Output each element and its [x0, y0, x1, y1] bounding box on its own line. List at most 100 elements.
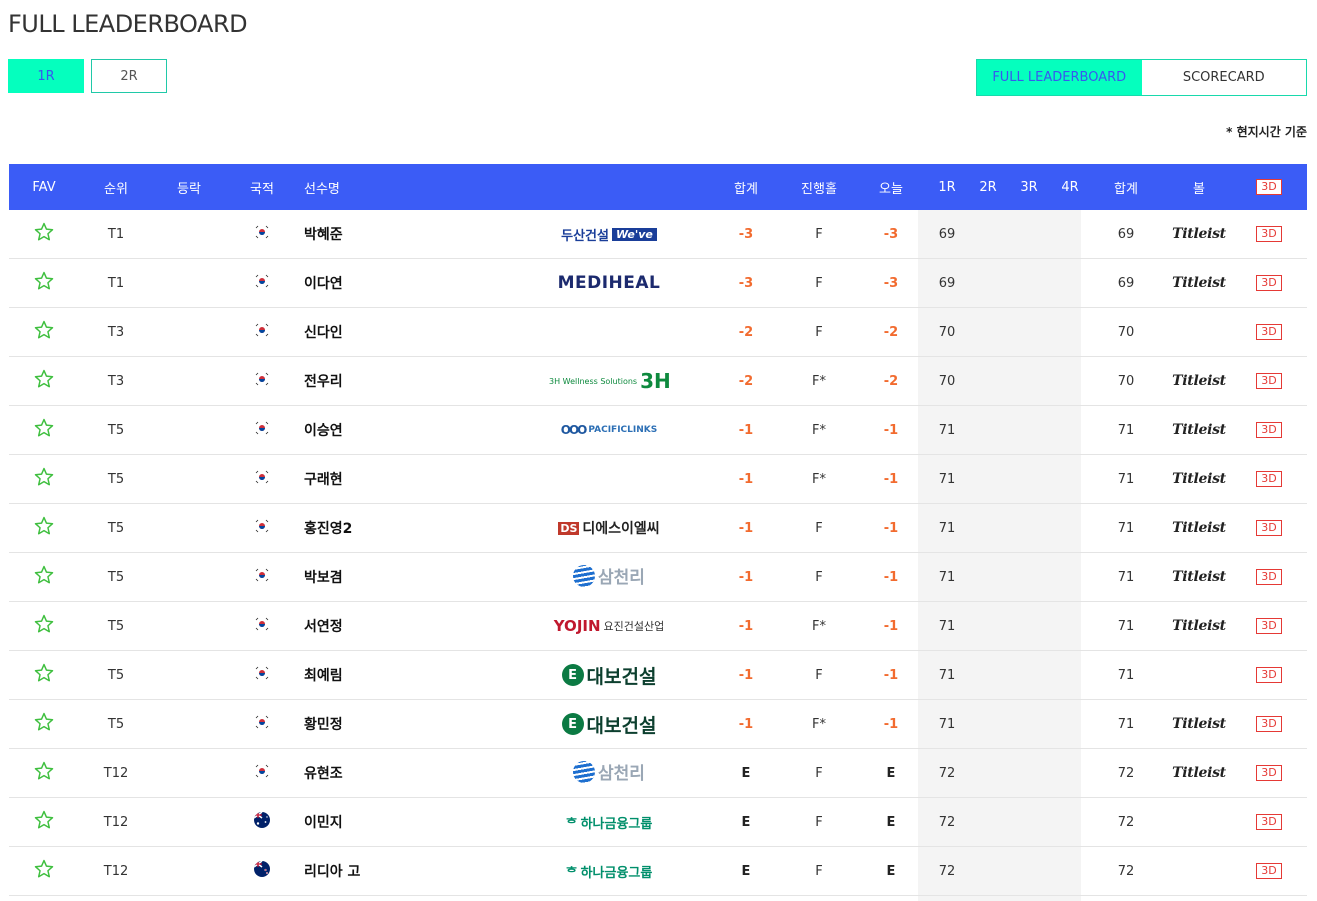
header-3d: 3D [1249, 179, 1289, 195]
star-icon[interactable] [33, 368, 55, 390]
sponsor-cell: 삼천리 [549, 563, 669, 591]
player-name[interactable]: 유현조 [304, 763, 343, 783]
star-icon[interactable] [33, 319, 55, 341]
3d-button[interactable]: 3D [1256, 226, 1282, 242]
titleist-logo: Titleist [1172, 618, 1226, 634]
nation-cell [227, 224, 297, 242]
round-tab-1r[interactable]: 1R [8, 59, 84, 93]
today-score: -1 [883, 422, 899, 438]
star-icon[interactable] [33, 466, 55, 488]
player-name[interactable]: 이다연 [304, 273, 343, 293]
round1-score: 71 [938, 520, 956, 536]
titleist-logo: Titleist [1172, 275, 1226, 291]
star-icon[interactable] [33, 564, 55, 586]
round-tab-2r[interactable]: 2R [91, 59, 167, 93]
hole-progress: F [815, 324, 823, 340]
sum-score: 72 [1117, 814, 1135, 830]
star-icon[interactable] [33, 809, 55, 831]
fav-cell [9, 466, 79, 492]
header-r3: 3R [1020, 179, 1038, 195]
header-today: 오늘 [879, 181, 903, 197]
player-name[interactable]: 구래현 [304, 469, 343, 489]
player-name[interactable]: 신다인 [304, 322, 343, 342]
round1-score: 70 [938, 324, 956, 340]
nation-cell [227, 763, 297, 781]
table-row: T5 홍진영2 DS 디에스이엘씨 -1 F -1 71 71 Titleist … [9, 504, 1307, 553]
star-icon[interactable] [33, 711, 55, 733]
star-icon[interactable] [33, 270, 55, 292]
rank-cell: T12 [103, 765, 129, 781]
table-header: FAV 순위 등락 국적 선수명 합계 진행홀 오늘 1R 2R 3R 4R 합… [9, 164, 1307, 210]
player-name[interactable]: 리디아 고 [304, 861, 360, 881]
titleist-logo: Titleist [1172, 226, 1226, 242]
tab-full-leaderboard[interactable]: FULL LEADERBOARD [977, 60, 1142, 95]
hole-progress: F* [812, 373, 826, 389]
view-tabs: FULL LEADERBOARD SCORECARD [976, 59, 1307, 96]
player-name[interactable]: 이승연 [304, 420, 343, 440]
titleist-logo: Titleist [1172, 765, 1226, 781]
star-icon[interactable] [33, 613, 55, 635]
star-icon[interactable] [33, 858, 55, 880]
rank-cell: T12 [103, 863, 129, 879]
sponsor-logo-hana: ᄒ 하나금융그룹 [565, 816, 653, 832]
sponsor-cell: 두산건설 We've [549, 225, 669, 244]
player-name[interactable]: 홍진영2 [304, 518, 352, 538]
3d-button[interactable]: 3D [1256, 324, 1282, 340]
nation-cell [227, 714, 297, 732]
today-score: -1 [883, 667, 899, 683]
sponsor-logo-pacificlinks: OOO PACIFICLINKS [560, 422, 658, 437]
flag-icon [254, 567, 270, 583]
ball-brand: Titleist [1159, 422, 1239, 438]
player-name[interactable]: 박보겸 [304, 567, 343, 587]
sponsor-cell: YOJIN 요진건설산업 [549, 617, 669, 635]
star-icon[interactable] [33, 515, 55, 537]
3d-button[interactable]: 3D [1256, 765, 1282, 781]
fav-cell [9, 368, 79, 394]
fav-cell [9, 221, 79, 247]
rank-cell: T5 [107, 520, 125, 536]
round1-score: 71 [938, 569, 956, 585]
fav-cell [9, 760, 79, 786]
table-row: T5 황민정 E 대보건설 -1 F* -1 71 71 Titleist 3D [9, 700, 1307, 749]
star-icon[interactable] [33, 417, 55, 439]
header-r4: 4R [1061, 179, 1079, 195]
3d-button[interactable]: 3D [1256, 422, 1282, 438]
3d-button[interactable]: 3D [1256, 520, 1282, 536]
fav-cell [9, 711, 79, 737]
rank-cell: T3 [107, 373, 125, 389]
3d-button[interactable]: 3D [1256, 863, 1282, 879]
3d-button[interactable]: 3D [1256, 471, 1282, 487]
sum-score: 70 [1117, 373, 1135, 389]
player-name[interactable]: 박혜준 [304, 224, 343, 244]
titleist-logo: Titleist [1172, 520, 1226, 536]
nation-cell [227, 420, 297, 438]
3d-cell: 3D [1249, 716, 1289, 732]
player-name[interactable]: 최예림 [304, 665, 343, 685]
3d-cell: 3D [1249, 373, 1289, 389]
today-score: -2 [883, 324, 899, 340]
3d-button[interactable]: 3D [1256, 716, 1282, 732]
3d-button[interactable]: 3D [1256, 667, 1282, 683]
tab-scorecard[interactable]: SCORECARD [1141, 60, 1306, 95]
sponsor-logo-daebo: E 대보건설 [561, 662, 656, 689]
flag-icon [254, 518, 270, 534]
3d-button[interactable]: 3D [1256, 618, 1282, 634]
player-name[interactable]: 이민지 [304, 812, 343, 832]
rank-cell: T5 [107, 667, 125, 683]
3d-button[interactable]: 3D [1256, 814, 1282, 830]
3d-button[interactable]: 3D [1256, 275, 1282, 291]
3d-button[interactable]: 3D [1256, 373, 1282, 389]
player-name[interactable]: 황민정 [304, 714, 343, 734]
local-time-note: * 현지시간 기준 [1226, 125, 1307, 139]
rank-cell: T1 [107, 226, 125, 242]
total-score: -2 [738, 324, 754, 340]
nation-cell [227, 665, 297, 683]
star-icon[interactable] [33, 221, 55, 243]
player-name[interactable]: 전우리 [304, 371, 343, 391]
flag-icon [254, 469, 270, 485]
player-name[interactable]: 서연정 [304, 616, 343, 636]
star-icon[interactable] [33, 662, 55, 684]
3d-button[interactable]: 3D [1256, 569, 1282, 585]
table-row: T5 서연정 YOJIN 요진건설산업 -1 F* -1 71 71 Titlei… [9, 602, 1307, 651]
star-icon[interactable] [33, 760, 55, 782]
